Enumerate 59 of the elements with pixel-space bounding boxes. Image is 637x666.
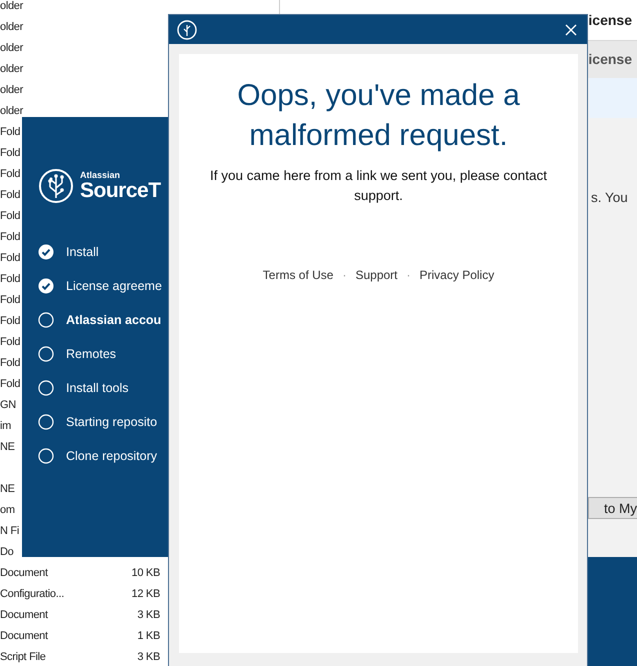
file-type: Fold [0, 252, 20, 264]
file-type: older [0, 84, 23, 96]
step-label: Install [66, 244, 99, 261]
close-icon[interactable] [565, 24, 577, 36]
file-type: older [0, 0, 23, 12]
file-size: 1 KB [137, 630, 160, 642]
tree-logo-icon [38, 168, 74, 204]
file-size: 3 KB [137, 609, 160, 622]
separator-dot: · [406, 267, 411, 284]
footer-link[interactable]: Support [355, 266, 398, 284]
error-message: If you came here from a link we sent you, please contact support. [209, 167, 548, 205]
file-type: Fold [0, 357, 20, 370]
file-type: older [0, 42, 23, 54]
file-type: Document [0, 609, 48, 622]
footer-link[interactable]: Terms of Use [262, 266, 334, 284]
file-type: GN [0, 399, 16, 412]
column-header[interactable]: icense [588, 49, 632, 70]
step-label: Clone repository [66, 448, 158, 465]
file-type: N Fi [0, 525, 19, 538]
file-type: Fold [0, 315, 20, 328]
step-label: Remotes [66, 346, 116, 363]
file-type: older [0, 105, 23, 118]
error-heading: Oops, you've made a malformed request. [236, 78, 521, 154]
file-type: Configuratio... [0, 588, 64, 600]
brand-label: Atlassian [80, 171, 122, 180]
file-type: Fold [0, 168, 20, 180]
account-button[interactable]: to My [588, 497, 637, 519]
file-size: 12 KB [132, 588, 160, 600]
step-label: Starting reposito [66, 414, 158, 431]
step-label: Install tools [66, 380, 129, 397]
file-type: Fold [0, 294, 20, 306]
file-size: 3 KB [137, 651, 160, 664]
step-label: License agreeme [66, 278, 162, 295]
file-type: Do [0, 546, 14, 558]
separator-dot: · [342, 267, 346, 284]
tree-logo-icon [177, 20, 197, 40]
step-label: Atlassian accou [66, 312, 162, 329]
window-title: icense [588, 10, 632, 30]
product-name: SourceT [80, 180, 161, 201]
file-type: NE [0, 441, 15, 454]
file-size: 10 KB [132, 567, 160, 580]
file-type: Fold [0, 210, 20, 222]
file-type: Document [0, 567, 48, 580]
file-type: Script File [0, 651, 46, 664]
file-type: NE [0, 483, 15, 496]
file-type: Fold [0, 336, 20, 348]
footer-link[interactable]: Privacy Policy [420, 266, 494, 284]
file-type: Fold [0, 126, 20, 138]
file-type: older [0, 21, 23, 34]
body-text: s. You [591, 189, 629, 207]
file-type: om [0, 504, 15, 516]
file-type: Fold [0, 189, 20, 202]
file-type: Fold [0, 273, 20, 286]
file-type: im [0, 420, 12, 432]
file-type: Document [0, 630, 48, 642]
file-type: older [0, 63, 23, 76]
file-type: Fold [0, 378, 20, 390]
file-type: Fold [0, 147, 20, 160]
file-type: Fold [0, 231, 20, 244]
